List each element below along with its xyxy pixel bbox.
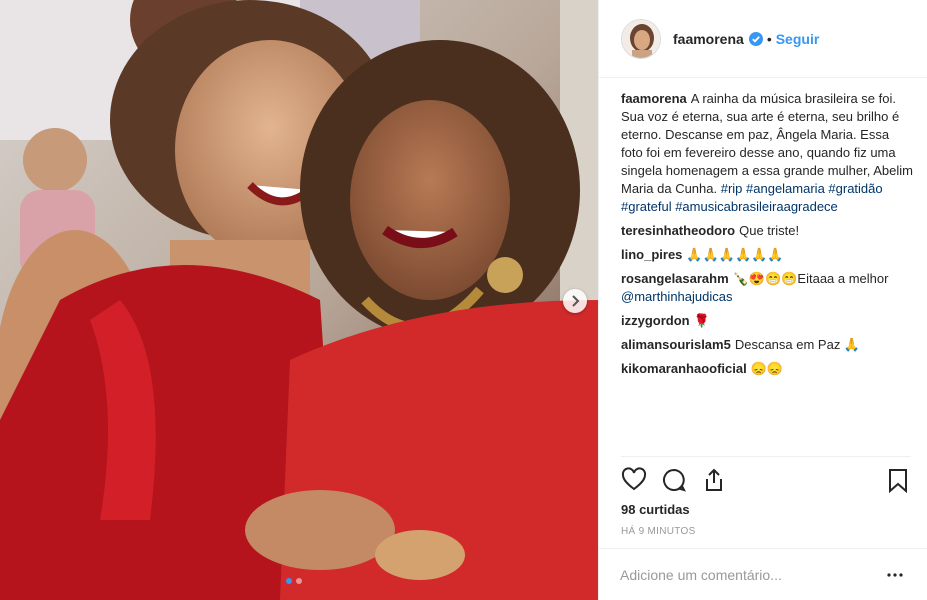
- comment-username[interactable]: teresinhatheodoro: [621, 223, 735, 238]
- post-timestamp[interactable]: HÁ 9 MINUTOS: [621, 526, 696, 537]
- post-media[interactable]: [0, 0, 598, 600]
- next-photo-button[interactable]: [563, 289, 587, 313]
- comment-item: izzygordon 🌹: [621, 312, 913, 330]
- comment-text: 🍾😍😁😁Eitaaa a melhor: [732, 271, 889, 286]
- comment-username[interactable]: kikomaranhaooficial: [621, 361, 747, 376]
- comment-item: kikomaranhaooficial 😞😞: [621, 360, 913, 378]
- avatar-image: [622, 19, 660, 58]
- carousel-dot-active: [286, 578, 292, 584]
- comment-username[interactable]: lino_pires: [621, 247, 682, 262]
- follow-button[interactable]: Seguir: [776, 31, 820, 47]
- comment-text: 🌹: [693, 313, 710, 328]
- comments-list: faamorena A rainha da música brasileira s…: [621, 90, 913, 384]
- author-username[interactable]: faamorena: [673, 31, 744, 47]
- chevron-right-icon: [572, 295, 580, 307]
- comment-item: teresinhatheodoro Que triste!: [621, 222, 913, 240]
- post-sidebar: faamorena • Seguir faamorena A rainha da …: [598, 0, 927, 600]
- add-comment-bar: [598, 548, 927, 600]
- heart-icon[interactable]: [621, 467, 647, 493]
- comment-input[interactable]: [620, 566, 885, 583]
- comment-item: alimansourislam5 Descansa em Paz 🙏: [621, 336, 913, 354]
- comment-item: lino_pires 🙏🙏🙏🙏🙏🙏: [621, 246, 913, 264]
- comment-mention[interactable]: @marthinhajudicas: [621, 289, 732, 304]
- comment-text: 😞😞: [750, 361, 784, 376]
- comment-bubble-icon[interactable]: [661, 467, 687, 493]
- more-options-icon: [887, 572, 903, 577]
- comment-username[interactable]: izzygordon: [621, 313, 690, 328]
- comment-text: Que triste!: [739, 223, 800, 238]
- comment-text: Descansa em Paz 🙏: [734, 337, 861, 352]
- bookmark-icon[interactable]: [885, 467, 911, 493]
- carousel-indicator: [286, 578, 302, 584]
- comment-username[interactable]: alimansourislam5: [621, 337, 731, 352]
- more-options-button[interactable]: [885, 565, 905, 585]
- action-bar: [621, 456, 911, 496]
- post-caption: faamorena A rainha da música brasileira s…: [621, 90, 913, 216]
- verified-badge-icon: [748, 31, 763, 46]
- carousel-dot: [296, 578, 302, 584]
- comment-text: 🙏🙏🙏🙏🙏🙏: [686, 247, 784, 262]
- post-header: faamorena • Seguir: [599, 0, 927, 78]
- header-separator: •: [766, 30, 772, 47]
- likes-count[interactable]: 98 curtidas: [621, 502, 690, 517]
- share-icon[interactable]: [701, 467, 727, 493]
- comment-username[interactable]: rosangelasarahm: [621, 271, 729, 286]
- post-photo: [0, 0, 598, 600]
- caption-username[interactable]: faamorena: [621, 91, 687, 106]
- comment-item: rosangelasarahm 🍾😍😁😁Eitaaa a melhor @marth…: [621, 270, 913, 306]
- avatar[interactable]: [621, 18, 661, 59]
